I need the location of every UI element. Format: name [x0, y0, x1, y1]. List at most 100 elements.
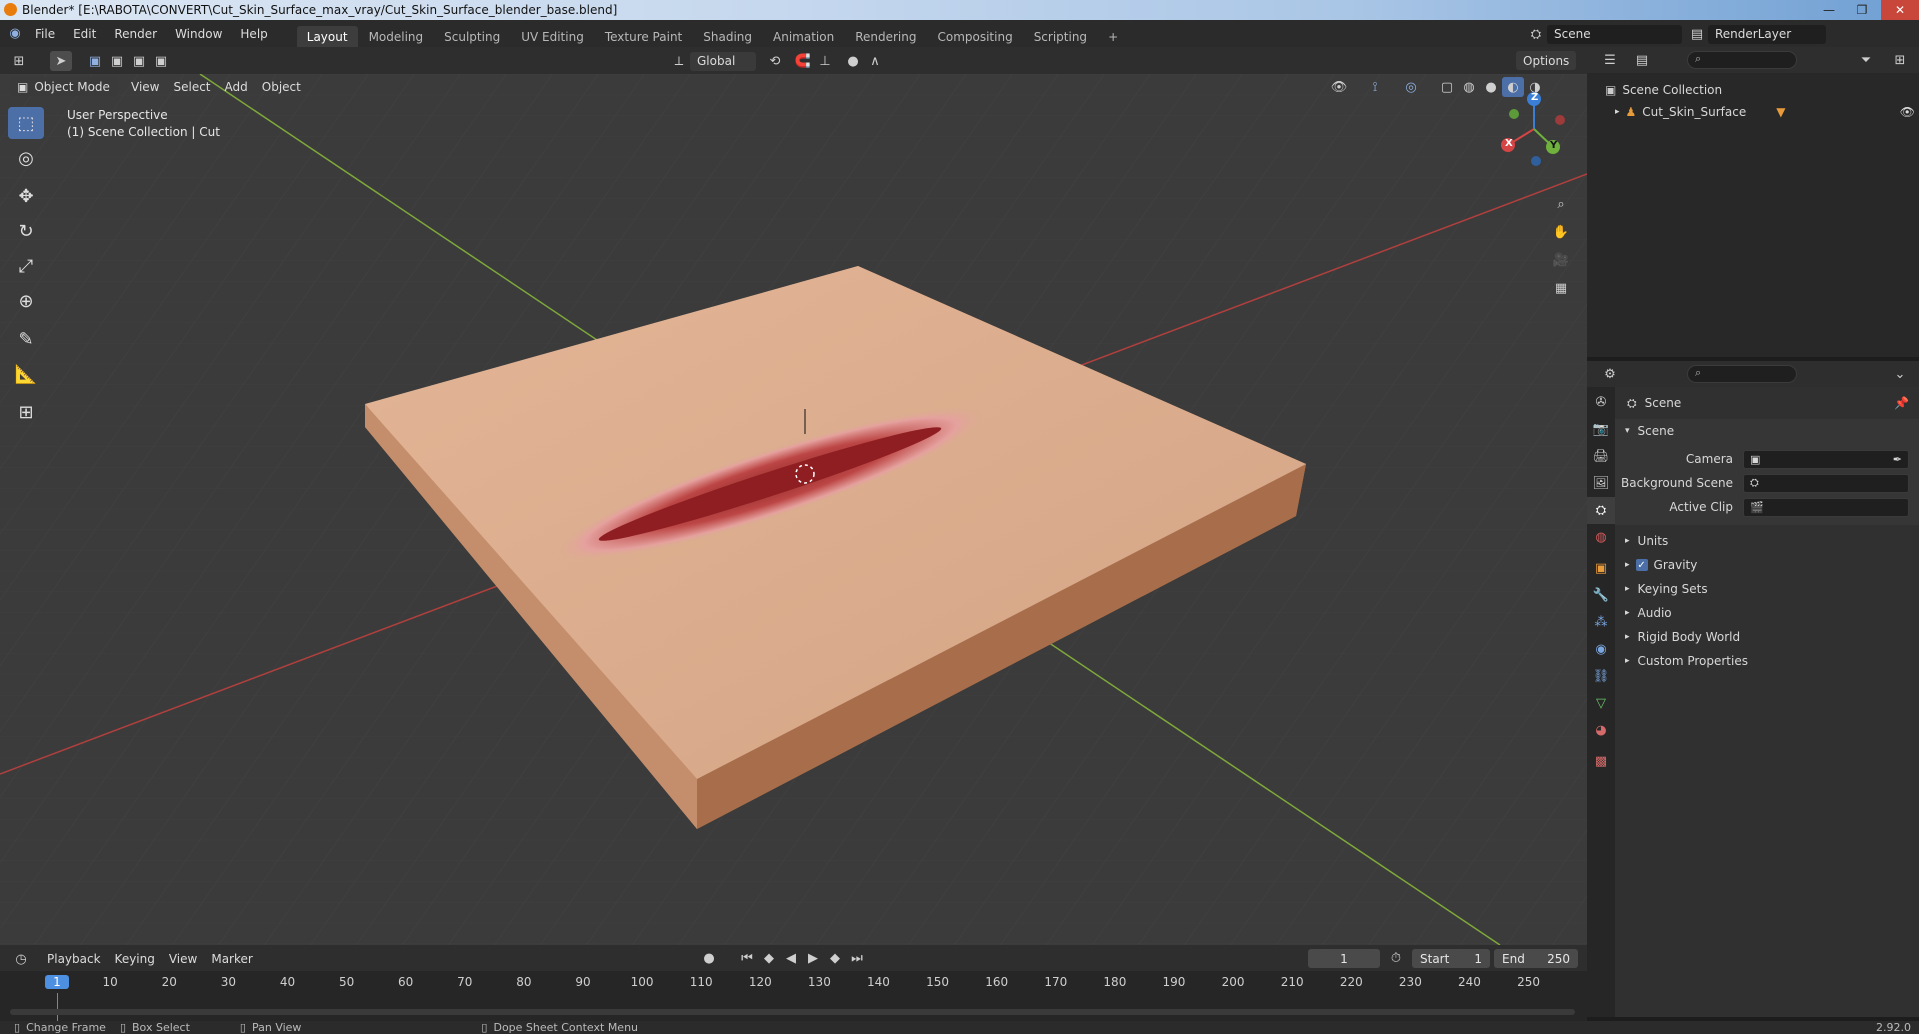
render-layer-selector[interactable]: RenderLayer — [1708, 24, 1826, 44]
options-dropdown[interactable]: Options — [1516, 51, 1577, 70]
display-mode-icon[interactable]: ▤ — [1631, 50, 1653, 70]
wireframe-shading-icon[interactable]: ◍ — [1458, 77, 1480, 97]
camera-field[interactable]: ▣ ✒ — [1743, 449, 1909, 469]
tab-sculpting[interactable]: Sculpting — [434, 26, 510, 47]
menu-select[interactable]: Select — [166, 77, 217, 96]
ortho-grid-icon[interactable]: ▦ — [1550, 278, 1572, 298]
material-tab-icon[interactable]: ◕ — [1587, 717, 1615, 744]
properties-search-input[interactable] — [1687, 365, 1797, 383]
close-icon[interactable]: ✕ — [1881, 0, 1919, 20]
menu-file[interactable]: File — [26, 20, 64, 47]
outliner-row-scene-collection[interactable]: ▣ Scene Collection — [1605, 78, 1915, 102]
3d-viewport[interactable]: User Perspective (1) Scene Collection | … — [0, 74, 1587, 945]
object-tab-icon[interactable]: ▣ — [1587, 555, 1615, 582]
world-tab-icon[interactable]: ◍ — [1587, 524, 1615, 551]
material-shading-icon[interactable]: ◐ — [1502, 77, 1524, 97]
outliner-search-input[interactable] — [1687, 51, 1797, 69]
editor-type-icon[interactable]: ⊞ — [8, 51, 30, 71]
scene-selector[interactable]: Scene — [1547, 24, 1682, 44]
play-icon[interactable]: ▶ — [802, 948, 824, 968]
eyedropper-icon[interactable]: ✒ — [1893, 453, 1902, 466]
expand-arrow-icon[interactable]: ▸ — [1615, 107, 1620, 117]
menu-object[interactable]: Object — [255, 77, 308, 96]
visibility-icon[interactable]: 👁 — [1328, 77, 1350, 97]
properties-editor-icon[interactable]: ⚙ — [1599, 364, 1621, 384]
blender-menu-icon[interactable]: ◉ — [4, 24, 26, 44]
pan-hand-icon[interactable]: ✋ — [1550, 222, 1572, 242]
select-extend-icon[interactable]: ▣ — [106, 51, 128, 71]
filter-icon[interactable]: ⏷ — [1855, 50, 1877, 70]
view-layer-tab-icon[interactable]: 🖼 — [1587, 470, 1615, 497]
pin-icon[interactable]: 📌 — [1894, 396, 1909, 410]
gravity-checkbox[interactable]: ✓ — [1635, 559, 1648, 571]
prev-keyframe-icon[interactable]: ◆ — [758, 948, 780, 968]
tab-shading[interactable]: Shading — [693, 26, 762, 47]
active-clip-field[interactable]: 🎬 — [1743, 497, 1909, 517]
maximize-icon[interactable]: ❐ — [1848, 0, 1876, 20]
texture-tab-icon[interactable]: ▩ — [1587, 748, 1615, 775]
jump-start-icon[interactable]: ⏮ — [736, 948, 758, 968]
add-workspace-icon[interactable]: + — [1098, 26, 1128, 47]
rendered-shading-icon[interactable]: ◑ — [1524, 77, 1546, 97]
end-frame-field[interactable]: End 250 — [1494, 949, 1578, 968]
physics-tab-icon[interactable]: ◉ — [1587, 636, 1615, 663]
outliner-row-cut-skin-surface[interactable]: ▸ ♟ Cut_Skin_Surface ▼ 👁 — [1605, 102, 1915, 122]
timeline-scrollbar[interactable] — [10, 1009, 1575, 1015]
timeline-editor-icon[interactable]: ◷ — [10, 949, 32, 969]
eye-icon[interactable]: 👁 — [1900, 105, 1915, 119]
particles-tab-icon[interactable]: ⁂ — [1587, 609, 1615, 636]
units-panel[interactable]: ▸ Units — [1615, 529, 1919, 553]
timeline-ruler[interactable]: 1 10 20 30 40 50 60 70 80 90 100 110 120 130 140 150 160… — [0, 975, 1587, 993]
tab-layout[interactable]: Layout — [296, 26, 358, 47]
select-subtract-icon[interactable]: ▣ — [128, 51, 150, 71]
menu-playback[interactable]: Playback — [40, 950, 108, 969]
menu-keying[interactable]: Keying — [108, 950, 162, 969]
output-tab-icon[interactable]: 🖨 — [1587, 443, 1615, 470]
next-keyframe-icon[interactable]: ◆ — [824, 948, 846, 968]
scene-icon[interactable]: ⛭ — [1525, 24, 1547, 44]
gizmo-toggle-icon[interactable]: ⟟ — [1364, 77, 1386, 97]
gravity-panel[interactable]: ▸ ✓ Gravity — [1615, 553, 1919, 577]
menu-marker[interactable]: Marker — [204, 950, 259, 969]
play-reverse-icon[interactable]: ◀ — [780, 948, 802, 968]
props-options-icon[interactable]: ⌄ — [1889, 364, 1911, 384]
render-layer-icon[interactable]: ▤ — [1686, 24, 1708, 44]
current-frame-field[interactable]: 1 — [1308, 949, 1380, 968]
scene-panel-header[interactable]: ▾ Scene — [1615, 419, 1919, 443]
measure-tool-icon[interactable]: 📐 — [8, 358, 44, 390]
tab-compositing[interactable]: Compositing — [927, 26, 1022, 47]
start-frame-field[interactable]: Start 1 — [1412, 949, 1490, 968]
select-tool-icon[interactable]: ➤ — [50, 51, 72, 71]
pivot-icon[interactable]: ⟲ — [764, 51, 786, 71]
scene-tab-icon[interactable]: ⛭ — [1587, 497, 1615, 524]
record-icon[interactable]: ● — [698, 948, 720, 968]
constraints-tab-icon[interactable]: ⛓ — [1587, 663, 1615, 690]
camera-view-icon[interactable]: 🎥 — [1550, 250, 1572, 270]
data-tab-icon[interactable]: ▽ — [1587, 690, 1615, 717]
rigid-body-world-panel[interactable]: ▸ Rigid Body World — [1615, 625, 1919, 649]
falloff-icon[interactable]: ∧ — [864, 51, 886, 71]
modifier-tab-icon[interactable]: 🔧 — [1587, 582, 1615, 609]
gizmo-x-label[interactable]: X — [1505, 138, 1513, 149]
tab-rendering[interactable]: Rendering — [845, 26, 926, 47]
rotate-tool-icon[interactable]: ↻ — [8, 215, 44, 247]
menu-view[interactable]: View — [124, 77, 166, 96]
add-cube-tool-icon[interactable]: ⊞ — [8, 396, 44, 428]
select-intersect-icon[interactable]: ▣ — [150, 51, 172, 71]
select-box-tool-icon[interactable]: ⬚ — [8, 107, 44, 139]
minimize-icon[interactable]: — — [1815, 0, 1843, 20]
new-collection-icon[interactable]: ⊞ — [1889, 50, 1911, 70]
menu-render[interactable]: Render — [105, 20, 166, 47]
tab-texture-paint[interactable]: Texture Paint — [595, 26, 692, 47]
tab-uv-editing[interactable]: UV Editing — [511, 26, 594, 47]
select-new-icon[interactable]: ▣ — [84, 51, 106, 71]
menu-timeline-view[interactable]: View — [162, 950, 204, 969]
solid-shading-icon[interactable]: ● — [1480, 77, 1502, 97]
move-tool-icon[interactable]: ✥ — [8, 180, 44, 212]
mode-dropdown[interactable]: ▣ Object Mode — [10, 77, 118, 96]
tab-scripting[interactable]: Scripting — [1024, 26, 1097, 47]
background-scene-field[interactable]: ⛭ — [1743, 473, 1909, 493]
xray-icon[interactable]: ▢ — [1436, 77, 1458, 97]
outliner-editor-icon[interactable]: ☰ — [1599, 50, 1621, 70]
keying-sets-panel[interactable]: ▸ Keying Sets — [1615, 577, 1919, 601]
